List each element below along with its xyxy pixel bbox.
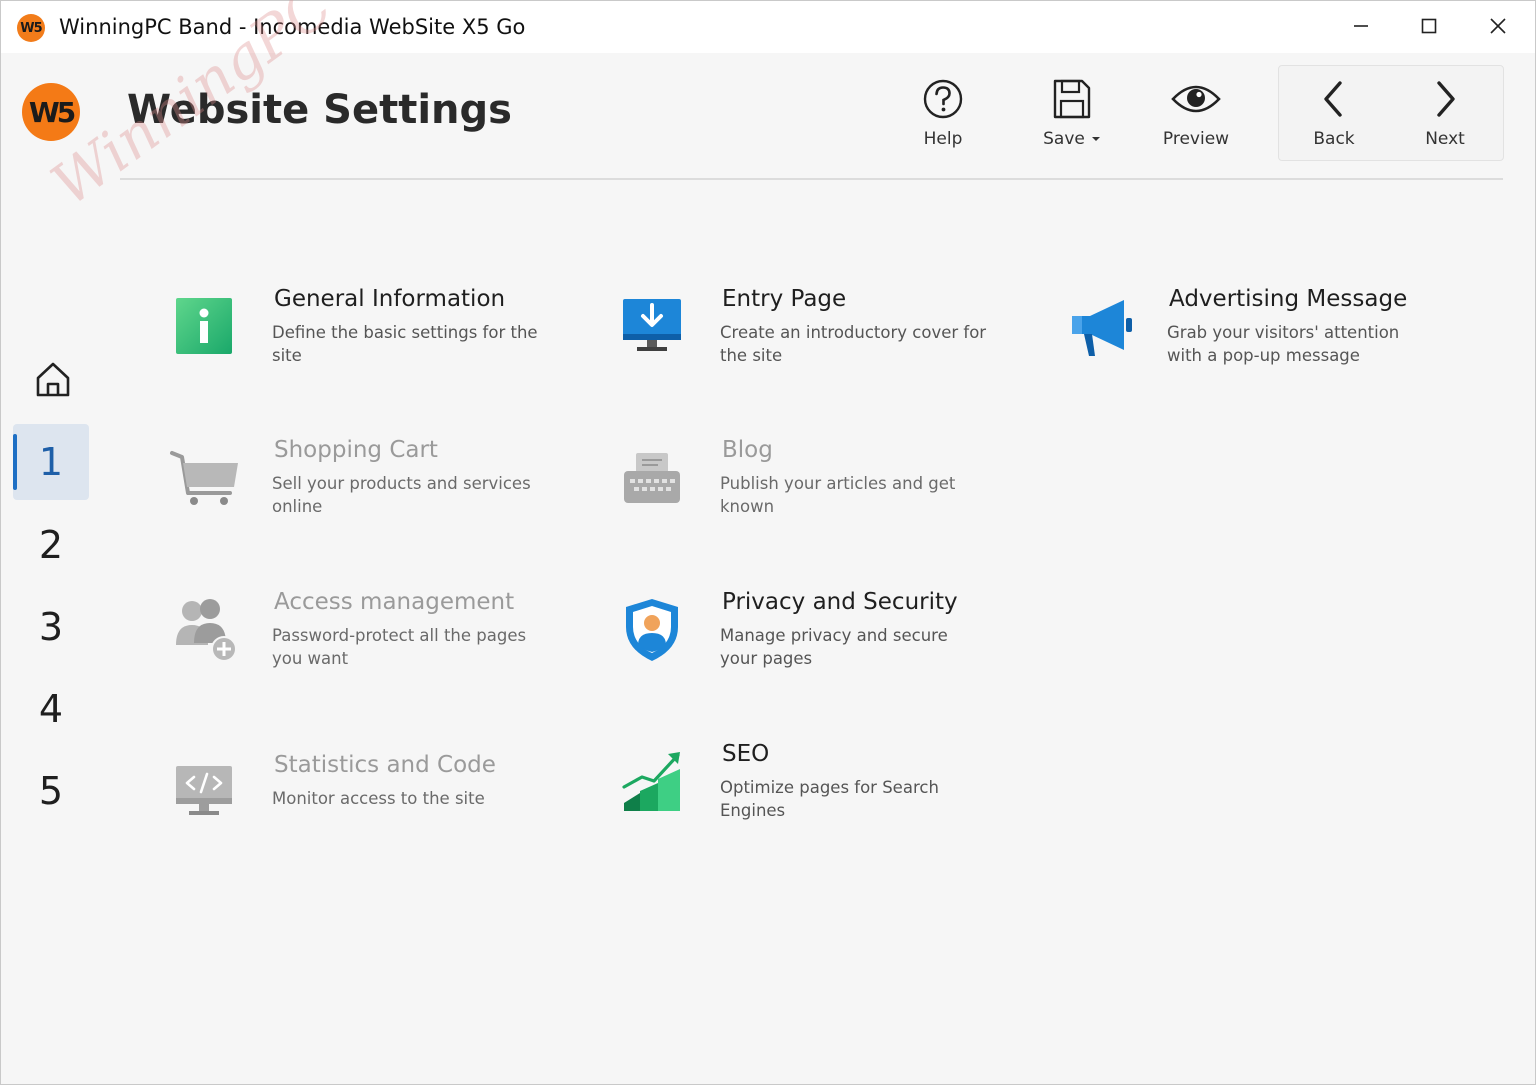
card-description: Sell your products and services online <box>272 474 531 516</box>
card-description: Define the basic settings for the site <box>272 323 538 365</box>
typewriter-icon <box>624 453 680 503</box>
step-4[interactable]: 4 <box>13 671 89 747</box>
maximize-icon <box>1421 18 1437 34</box>
close-icon <box>1490 18 1506 34</box>
next-button[interactable]: Next <box>1395 73 1495 163</box>
card-description: Monitor access to the site <box>272 789 485 808</box>
card-general-information[interactable]: General Information Define the basic set… <box>164 286 574 396</box>
app-logo: W5 <box>22 83 80 141</box>
minimize-icon <box>1354 25 1368 27</box>
card-title: Entry Page <box>722 286 847 312</box>
megaphone-icon <box>1072 300 1132 356</box>
next-label: Next <box>1425 129 1465 149</box>
eye-icon <box>1171 85 1221 113</box>
minimize-button[interactable] <box>1327 1 1395 51</box>
card-title: SEO <box>722 741 770 767</box>
step-1[interactable]: 1 <box>13 424 89 500</box>
help-button[interactable]: Help <box>893 73 993 163</box>
info-icon <box>176 298 232 354</box>
card-title: Blog <box>722 437 773 463</box>
preview-label: Preview <box>1162 129 1230 149</box>
card-access-management[interactable]: Access management Password-protect all t… <box>164 589 574 699</box>
card-description: Manage privacy and secure your pages <box>720 626 948 668</box>
shield-user-icon <box>626 599 678 661</box>
app-window: W5 WinningPC Band - Incomedia WebSite X5… <box>0 0 1536 1085</box>
window-title: WinningPC Band - Incomedia WebSite X5 Go <box>59 15 526 39</box>
card-entry-page[interactable]: Entry Page Create an introductory cover … <box>612 286 1022 396</box>
card-description: Grab your visitors' attention with a pop… <box>1167 323 1400 365</box>
card-title: Access management <box>274 589 515 615</box>
card-statistics-and-code[interactable]: Statistics and Code Monitor access to th… <box>164 752 574 862</box>
card-shopping-cart[interactable]: Shopping Cart Sell your products and ser… <box>164 437 574 547</box>
preview-button[interactable]: Preview <box>1146 73 1246 163</box>
back-button[interactable]: Back <box>1284 73 1384 163</box>
card-description: Publish your articles and get known <box>720 474 956 516</box>
step-2[interactable]: 2 <box>13 507 89 583</box>
header-divider <box>120 178 1503 180</box>
card-description: Password-protect all the pages you want <box>272 626 527 668</box>
chevron-left-icon <box>1324 81 1342 117</box>
card-description: Create an introductory cover for the sit… <box>720 323 987 365</box>
help-label: Help <box>923 129 963 149</box>
chevron-right-icon <box>1437 81 1455 117</box>
save-label: Save <box>1043 129 1085 149</box>
card-description: Optimize pages for Search Engines <box>720 778 939 820</box>
card-title: General Information <box>274 286 506 312</box>
card-title: Statistics and Code <box>274 752 496 778</box>
cart-icon <box>170 451 238 505</box>
step-5[interactable]: 5 <box>13 753 89 829</box>
app-logo-small: W5 <box>17 14 45 42</box>
save-icon <box>1053 79 1091 119</box>
growth-chart-icon <box>622 752 680 811</box>
save-button[interactable]: Save <box>1022 73 1122 163</box>
home-button[interactable] <box>30 356 76 402</box>
page-title: Website Settings <box>127 87 512 133</box>
home-icon <box>36 362 70 397</box>
card-title: Shopping Cart <box>274 437 438 463</box>
title-bar: W5 WinningPC Band - Incomedia WebSite X5… <box>1 1 1535 53</box>
back-label: Back <box>1313 129 1355 149</box>
dropdown-arrow-icon[interactable] <box>1091 136 1101 142</box>
close-button[interactable] <box>1464 1 1532 51</box>
card-privacy-and-security[interactable]: Privacy and Security Manage privacy and … <box>612 589 1022 699</box>
card-title: Advertising Message <box>1169 286 1408 312</box>
card-seo[interactable]: SEO Optimize pages for Search Engines <box>612 741 1022 851</box>
users-add-icon <box>176 599 237 662</box>
card-blog[interactable]: Blog Publish your articles and get known <box>612 437 1022 547</box>
step-3[interactable]: 3 <box>13 589 89 665</box>
card-advertising-message[interactable]: Advertising Message Grab your visitors' … <box>1059 286 1469 396</box>
help-icon <box>923 79 963 119</box>
monitor-download-icon <box>623 299 681 351</box>
maximize-button[interactable] <box>1395 1 1463 51</box>
code-monitor-icon <box>176 766 232 815</box>
card-title: Privacy and Security <box>722 589 958 615</box>
